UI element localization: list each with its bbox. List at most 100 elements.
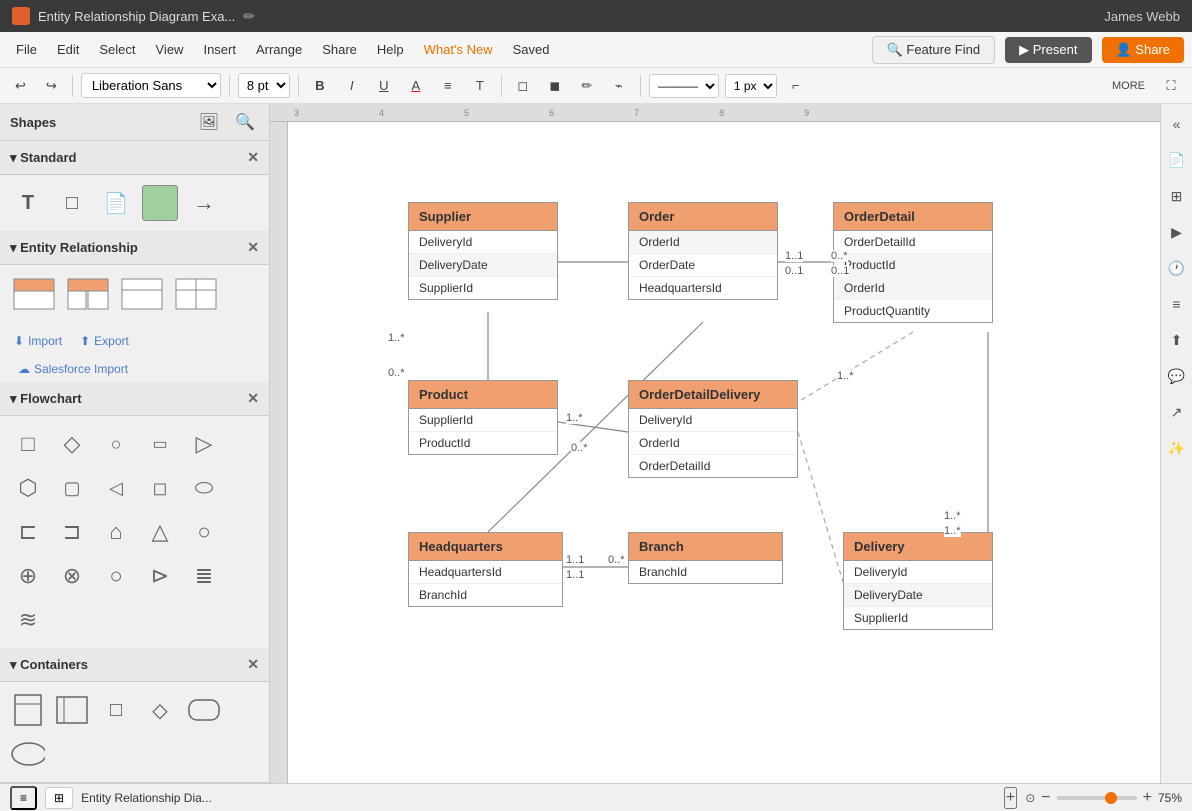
cont-horiz[interactable]: [54, 692, 90, 728]
line-style-select[interactable]: —————: [649, 74, 719, 98]
fc-bracket-l[interactable]: ⊏: [10, 514, 46, 550]
cont-rect[interactable]: □: [98, 692, 134, 728]
fc-rect[interactable]: □: [10, 426, 46, 462]
menu-file[interactable]: File: [8, 38, 45, 61]
conn-style-button[interactable]: ⌁: [606, 73, 632, 99]
menu-view[interactable]: View: [148, 38, 192, 61]
waypoint-button[interactable]: ⌐: [783, 73, 809, 99]
right-layers-icon[interactable]: ≡: [1165, 292, 1189, 316]
fc-circle[interactable]: ○: [98, 426, 134, 462]
fc-arrow[interactable]: ▷: [186, 426, 222, 462]
fc-circle2[interactable]: ○: [186, 514, 222, 550]
list-view-tab[interactable]: ≡: [10, 786, 37, 810]
underline-button[interactable]: U: [371, 73, 397, 99]
colored-rect-shape[interactable]: [142, 185, 178, 221]
zoom-in-button[interactable]: +: [1143, 789, 1152, 807]
menu-whats-new[interactable]: What's New: [416, 38, 501, 61]
fc-cross[interactable]: ⊗: [54, 558, 90, 594]
text-style-button[interactable]: T: [467, 73, 493, 99]
align-button[interactable]: ≡: [435, 73, 461, 99]
er-shape-1[interactable]: [10, 275, 58, 316]
er-shape-2[interactable]: [64, 275, 112, 316]
add-diagram-tab-button[interactable]: +: [1004, 787, 1017, 809]
cont-diamond[interactable]: ◇: [142, 692, 178, 728]
export-button[interactable]: ⬆ Export: [76, 332, 133, 350]
fill-style-button[interactable]: ◻: [510, 73, 536, 99]
fc-rect2[interactable]: ▭: [142, 426, 178, 462]
note-shape[interactable]: 📄: [98, 185, 134, 221]
right-time-icon[interactable]: 🕐: [1165, 256, 1189, 280]
fc-list[interactable]: ≣: [186, 558, 222, 594]
entity-orderdetail[interactable]: OrderDetail OrderDetailId ProductId Orde…: [833, 202, 993, 323]
menu-select[interactable]: Select: [91, 38, 143, 61]
redo-button[interactable]: ↪: [39, 74, 64, 98]
menu-arrange[interactable]: Arrange: [248, 38, 310, 61]
fc-play[interactable]: ⊳: [142, 558, 178, 594]
fc-triangle[interactable]: △: [142, 514, 178, 550]
menu-insert[interactable]: Insert: [195, 38, 244, 61]
line-color-button[interactable]: ✏: [574, 73, 600, 99]
arrow-shape[interactable]: →: [186, 185, 222, 221]
fc-diamond[interactable]: ◇: [54, 426, 90, 462]
font-size-select[interactable]: 8 pt: [238, 73, 290, 98]
zoom-slider[interactable]: [1057, 796, 1137, 800]
edit-title-icon[interactable]: ✏: [243, 8, 255, 25]
entity-product[interactable]: Product SupplierId ProductId: [408, 380, 558, 455]
undo-button[interactable]: ↩: [8, 74, 33, 98]
fc-box[interactable]: ◻: [142, 470, 178, 506]
right-magic-icon[interactable]: ✨: [1165, 436, 1189, 460]
grid-view-tab[interactable]: ⊞: [45, 787, 73, 809]
fc-cols[interactable]: ≋: [10, 602, 46, 638]
text-shape[interactable]: T: [10, 185, 46, 221]
standard-close-icon[interactable]: ✕: [247, 149, 259, 166]
cont-ellipse[interactable]: [10, 736, 46, 772]
share-button[interactable]: 👤 Share: [1102, 37, 1185, 63]
feature-find-btn[interactable]: 🔍 Feature Find: [872, 36, 996, 64]
present-button[interactable]: ▶ Present: [1005, 37, 1091, 63]
fit-icon[interactable]: ⊙: [1025, 791, 1035, 805]
fill-color-button[interactable]: ◼: [542, 73, 568, 99]
italic-button[interactable]: I: [339, 73, 365, 99]
fc-bracket-r[interactable]: ⊐: [54, 514, 90, 550]
fc-house[interactable]: ⌂: [98, 514, 134, 550]
cont-rounded[interactable]: [186, 692, 222, 728]
entity-order[interactable]: Order OrderId OrderDate HeadquartersId: [628, 202, 778, 300]
search-shapes-button[interactable]: 🔍: [231, 110, 259, 134]
fc-plus[interactable]: ⊕: [10, 558, 46, 594]
entity-headquarters[interactable]: Headquarters HeadquartersId BranchId: [408, 532, 563, 607]
import-button[interactable]: ⬇ Import: [10, 332, 66, 350]
entity-supplier[interactable]: Supplier DeliveryId DeliveryDate Supplie…: [408, 202, 558, 300]
menu-help[interactable]: Help: [369, 38, 412, 61]
entity-delivery[interactable]: Delivery DeliveryId DeliveryDate Supplie…: [843, 532, 993, 630]
menu-share[interactable]: Share: [314, 38, 365, 61]
right-share2-icon[interactable]: ↗: [1165, 400, 1189, 424]
containers-close-icon[interactable]: ✕: [247, 656, 259, 673]
image-search-button[interactable]: 🖼: [195, 110, 223, 134]
er-close-icon[interactable]: ✕: [247, 239, 259, 256]
more-button[interactable]: MORE: [1105, 76, 1152, 96]
bold-button[interactable]: B: [307, 73, 333, 99]
right-panel-collapse[interactable]: «: [1165, 112, 1189, 136]
font-family-select[interactable]: Liberation Sans: [81, 73, 221, 98]
fc-oval[interactable]: ○: [98, 558, 134, 594]
er-shape-3[interactable]: [118, 275, 166, 316]
line-px-select[interactable]: 1 px: [725, 74, 777, 98]
flowchart-section-header[interactable]: ▾ Flowchart ✕: [0, 382, 269, 416]
font-color-button[interactable]: A: [403, 73, 429, 99]
cont-vert[interactable]: [10, 692, 46, 728]
fc-ellipse[interactable]: ⬭: [186, 470, 222, 506]
fc-rounded[interactable]: ▢: [54, 470, 90, 506]
canvas-area[interactable]: 3 4 5 6 7 8 9: [270, 104, 1160, 783]
standard-section-header[interactable]: ▾ Standard ✕: [0, 141, 269, 175]
right-present-icon[interactable]: ▶: [1165, 220, 1189, 244]
menu-edit[interactable]: Edit: [49, 38, 87, 61]
right-upload-icon[interactable]: ⬆: [1165, 328, 1189, 352]
rect-shape[interactable]: □: [54, 185, 90, 221]
entity-orderdetaildelivery[interactable]: OrderDetailDelivery DeliveryId OrderId O…: [628, 380, 798, 478]
salesforce-import-button[interactable]: ☁ Salesforce Import: [14, 360, 132, 378]
flowchart-close-icon[interactable]: ✕: [247, 390, 259, 407]
zoom-out-button[interactable]: −: [1041, 789, 1050, 807]
right-table-icon[interactable]: ⊞: [1165, 184, 1189, 208]
fc-hex[interactable]: ⬡: [10, 470, 46, 506]
containers-section-header[interactable]: ▾ Containers ✕: [0, 648, 269, 682]
